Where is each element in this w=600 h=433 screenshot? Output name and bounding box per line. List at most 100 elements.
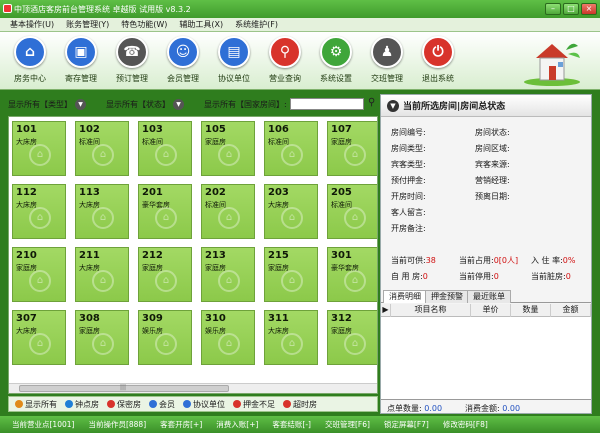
- room-card[interactable]: 105 家庭房 ⌂: [201, 121, 255, 176]
- scrollbar-thumb[interactable]: |||: [19, 384, 229, 392]
- toolbar-button-5[interactable]: ⚲ 营业查询: [261, 36, 309, 84]
- status-filter-label: 显示所有【状态】: [106, 100, 170, 109]
- gear-icon[interactable]: ⚙: [320, 36, 352, 68]
- field-label: 房间编号:: [391, 128, 426, 137]
- house-icon[interactable]: ⌂: [14, 36, 46, 68]
- stat-self-use: 自 用 房:0: [391, 272, 428, 281]
- room-card[interactable]: 201 豪华套房 ⌂: [138, 184, 192, 239]
- tab-deposit-warning[interactable]: 押金预警: [425, 290, 469, 303]
- room-card[interactable]: 308 家庭房 ⌂: [75, 310, 129, 365]
- menu-tools[interactable]: 辅助工具(X): [179, 19, 223, 30]
- room-card[interactable]: 101 大床房 ⌂: [12, 121, 66, 176]
- room-number: 210: [16, 250, 37, 261]
- room-card[interactable]: 310 娱乐房 ⌂: [201, 310, 255, 365]
- people-icon[interactable]: ♟: [371, 36, 403, 68]
- toolbar-button-1[interactable]: ▣ 寄存管理: [57, 36, 105, 84]
- room-card[interactable]: 107 家庭房 ⌂: [327, 121, 377, 176]
- col-quantity[interactable]: 数量: [511, 304, 551, 317]
- menu-features[interactable]: 特色功能(W): [121, 19, 167, 30]
- room-number: 203: [268, 187, 289, 198]
- status-item[interactable]: 客套结账[-]: [272, 419, 311, 430]
- menu-maintenance[interactable]: 系统维护(F): [235, 19, 278, 30]
- status-item[interactable]: 锁定屏幕[F7]: [384, 419, 429, 430]
- room-card[interactable]: 212 家庭房 ⌂: [138, 247, 192, 302]
- magnifier-icon[interactable]: ⚲: [269, 36, 301, 68]
- power-icon[interactable]: ⏻: [422, 36, 454, 68]
- toolbar-button-label: 系统设置: [320, 74, 352, 83]
- room-number: 301: [331, 250, 352, 261]
- search-icon[interactable]: ⚲: [368, 97, 375, 108]
- legend-item[interactable]: 超时房: [283, 399, 317, 410]
- user-icon[interactable]: ☺: [167, 36, 199, 68]
- room-card[interactable]: 311 大床房 ⌂: [264, 310, 318, 365]
- tab-consumption-detail[interactable]: 消费明细: [383, 290, 427, 303]
- room-card[interactable]: 205 标准间 ⌂: [327, 184, 377, 239]
- room-watermark-icon: ⌂: [218, 207, 240, 229]
- toolbar-button-8[interactable]: ⏻ 退出系统: [414, 36, 462, 84]
- room-card[interactable]: 113 大床房 ⌂: [75, 184, 129, 239]
- legend-item[interactable]: 会员: [149, 399, 175, 410]
- room-card[interactable]: 312 家庭房 ⌂: [327, 310, 377, 365]
- room-card[interactable]: 106 标准间 ⌂: [264, 121, 318, 176]
- toolbar-button-6[interactable]: ⚙ 系统设置: [312, 36, 360, 84]
- room-card[interactable]: 202 标准间 ⌂: [201, 184, 255, 239]
- room-search-input[interactable]: [290, 98, 364, 110]
- room-watermark-icon: ⌂: [155, 207, 177, 229]
- chevron-down-icon[interactable]: ▼: [387, 99, 399, 112]
- room-card[interactable]: 210 家庭房 ⌂: [12, 247, 66, 302]
- toolbar-button-label: 营业查询: [269, 74, 301, 83]
- legend-dot-icon: [283, 400, 291, 408]
- consumption-summary: 点单数量: 0.00 消费金额: 0.00: [381, 401, 591, 415]
- stat-occupied: 当前占用:0[0人]: [459, 256, 519, 265]
- legend-item[interactable]: 协议单位: [183, 399, 225, 410]
- minimize-button[interactable]: –: [545, 3, 561, 15]
- menu-accounting[interactable]: 账务管理(Y): [66, 19, 109, 30]
- room-card[interactable]: 103 标准间 ⌂: [138, 121, 192, 176]
- room-card[interactable]: 203 大床房 ⌂: [264, 184, 318, 239]
- legend-label: 押金不足: [243, 399, 275, 409]
- stat-stopped: 当前停用:0: [459, 272, 499, 281]
- maximize-button[interactable]: □: [563, 3, 579, 15]
- toolbar-button-0[interactable]: ⌂ 房务中心: [6, 36, 54, 84]
- toolbar-button-7[interactable]: ♟ 交班管理: [363, 36, 411, 84]
- tab-recent-bills[interactable]: 最近账单: [467, 290, 511, 303]
- toolbar-button-3[interactable]: ☺ 会员管理: [159, 36, 207, 84]
- close-button[interactable]: ×: [581, 3, 597, 15]
- menu-basic-ops[interactable]: 基本操作(U): [10, 19, 54, 30]
- room-card[interactable]: 307 大床房 ⌂: [12, 310, 66, 365]
- status-item[interactable]: 修改密码[F8]: [443, 419, 488, 430]
- legend-label: 超时房: [293, 399, 317, 409]
- room-number: 107: [331, 124, 352, 135]
- col-amount[interactable]: 金额: [551, 304, 591, 317]
- legend-item[interactable]: 显示所有: [15, 399, 57, 410]
- toolbar-button-2[interactable]: ☎ 预订管理: [108, 36, 156, 84]
- room-card[interactable]: 301 豪华套房 ⌂: [327, 247, 377, 302]
- bag-icon[interactable]: ▣: [65, 36, 97, 68]
- room-card[interactable]: 213 家庭房 ⌂: [201, 247, 255, 302]
- status-item[interactable]: 交班管理[F6]: [325, 419, 370, 430]
- legend-item[interactable]: 钟点房: [65, 399, 99, 410]
- horizontal-scrollbar[interactable]: |||: [9, 383, 377, 393]
- type-filter[interactable]: 显示所有【类型】 ▼: [8, 99, 86, 110]
- room-card[interactable]: 102 标准间 ⌂: [75, 121, 129, 176]
- col-price[interactable]: 单价: [471, 304, 511, 317]
- field-label: 客人留言:: [391, 208, 426, 217]
- field-label: 开房备注:: [391, 224, 426, 233]
- status-item[interactable]: 客套开房[+]: [160, 419, 202, 430]
- room-card[interactable]: 211 大床房 ⌂: [75, 247, 129, 302]
- chevron-down-icon[interactable]: ▼: [75, 99, 86, 110]
- room-card[interactable]: 215 家庭房 ⌂: [264, 247, 318, 302]
- room-card[interactable]: 112 大床房 ⌂: [12, 184, 66, 239]
- field-label: 房间类型:: [391, 144, 426, 153]
- room-watermark-icon: ⌂: [281, 144, 303, 166]
- toolbar-button-4[interactable]: ▤ 协议单位: [210, 36, 258, 84]
- chevron-down-icon[interactable]: ▼: [173, 99, 184, 110]
- legend-item[interactable]: 押金不足: [233, 399, 275, 410]
- status-item[interactable]: 消费入账[+]: [216, 419, 258, 430]
- col-item-name[interactable]: 项目名称: [391, 304, 471, 317]
- document-icon[interactable]: ▤: [218, 36, 250, 68]
- phone-icon[interactable]: ☎: [116, 36, 148, 68]
- status-filter[interactable]: 显示所有【状态】 ▼: [106, 99, 184, 110]
- room-card[interactable]: 309 娱乐房 ⌂: [138, 310, 192, 365]
- legend-item[interactable]: 保密房: [107, 399, 141, 410]
